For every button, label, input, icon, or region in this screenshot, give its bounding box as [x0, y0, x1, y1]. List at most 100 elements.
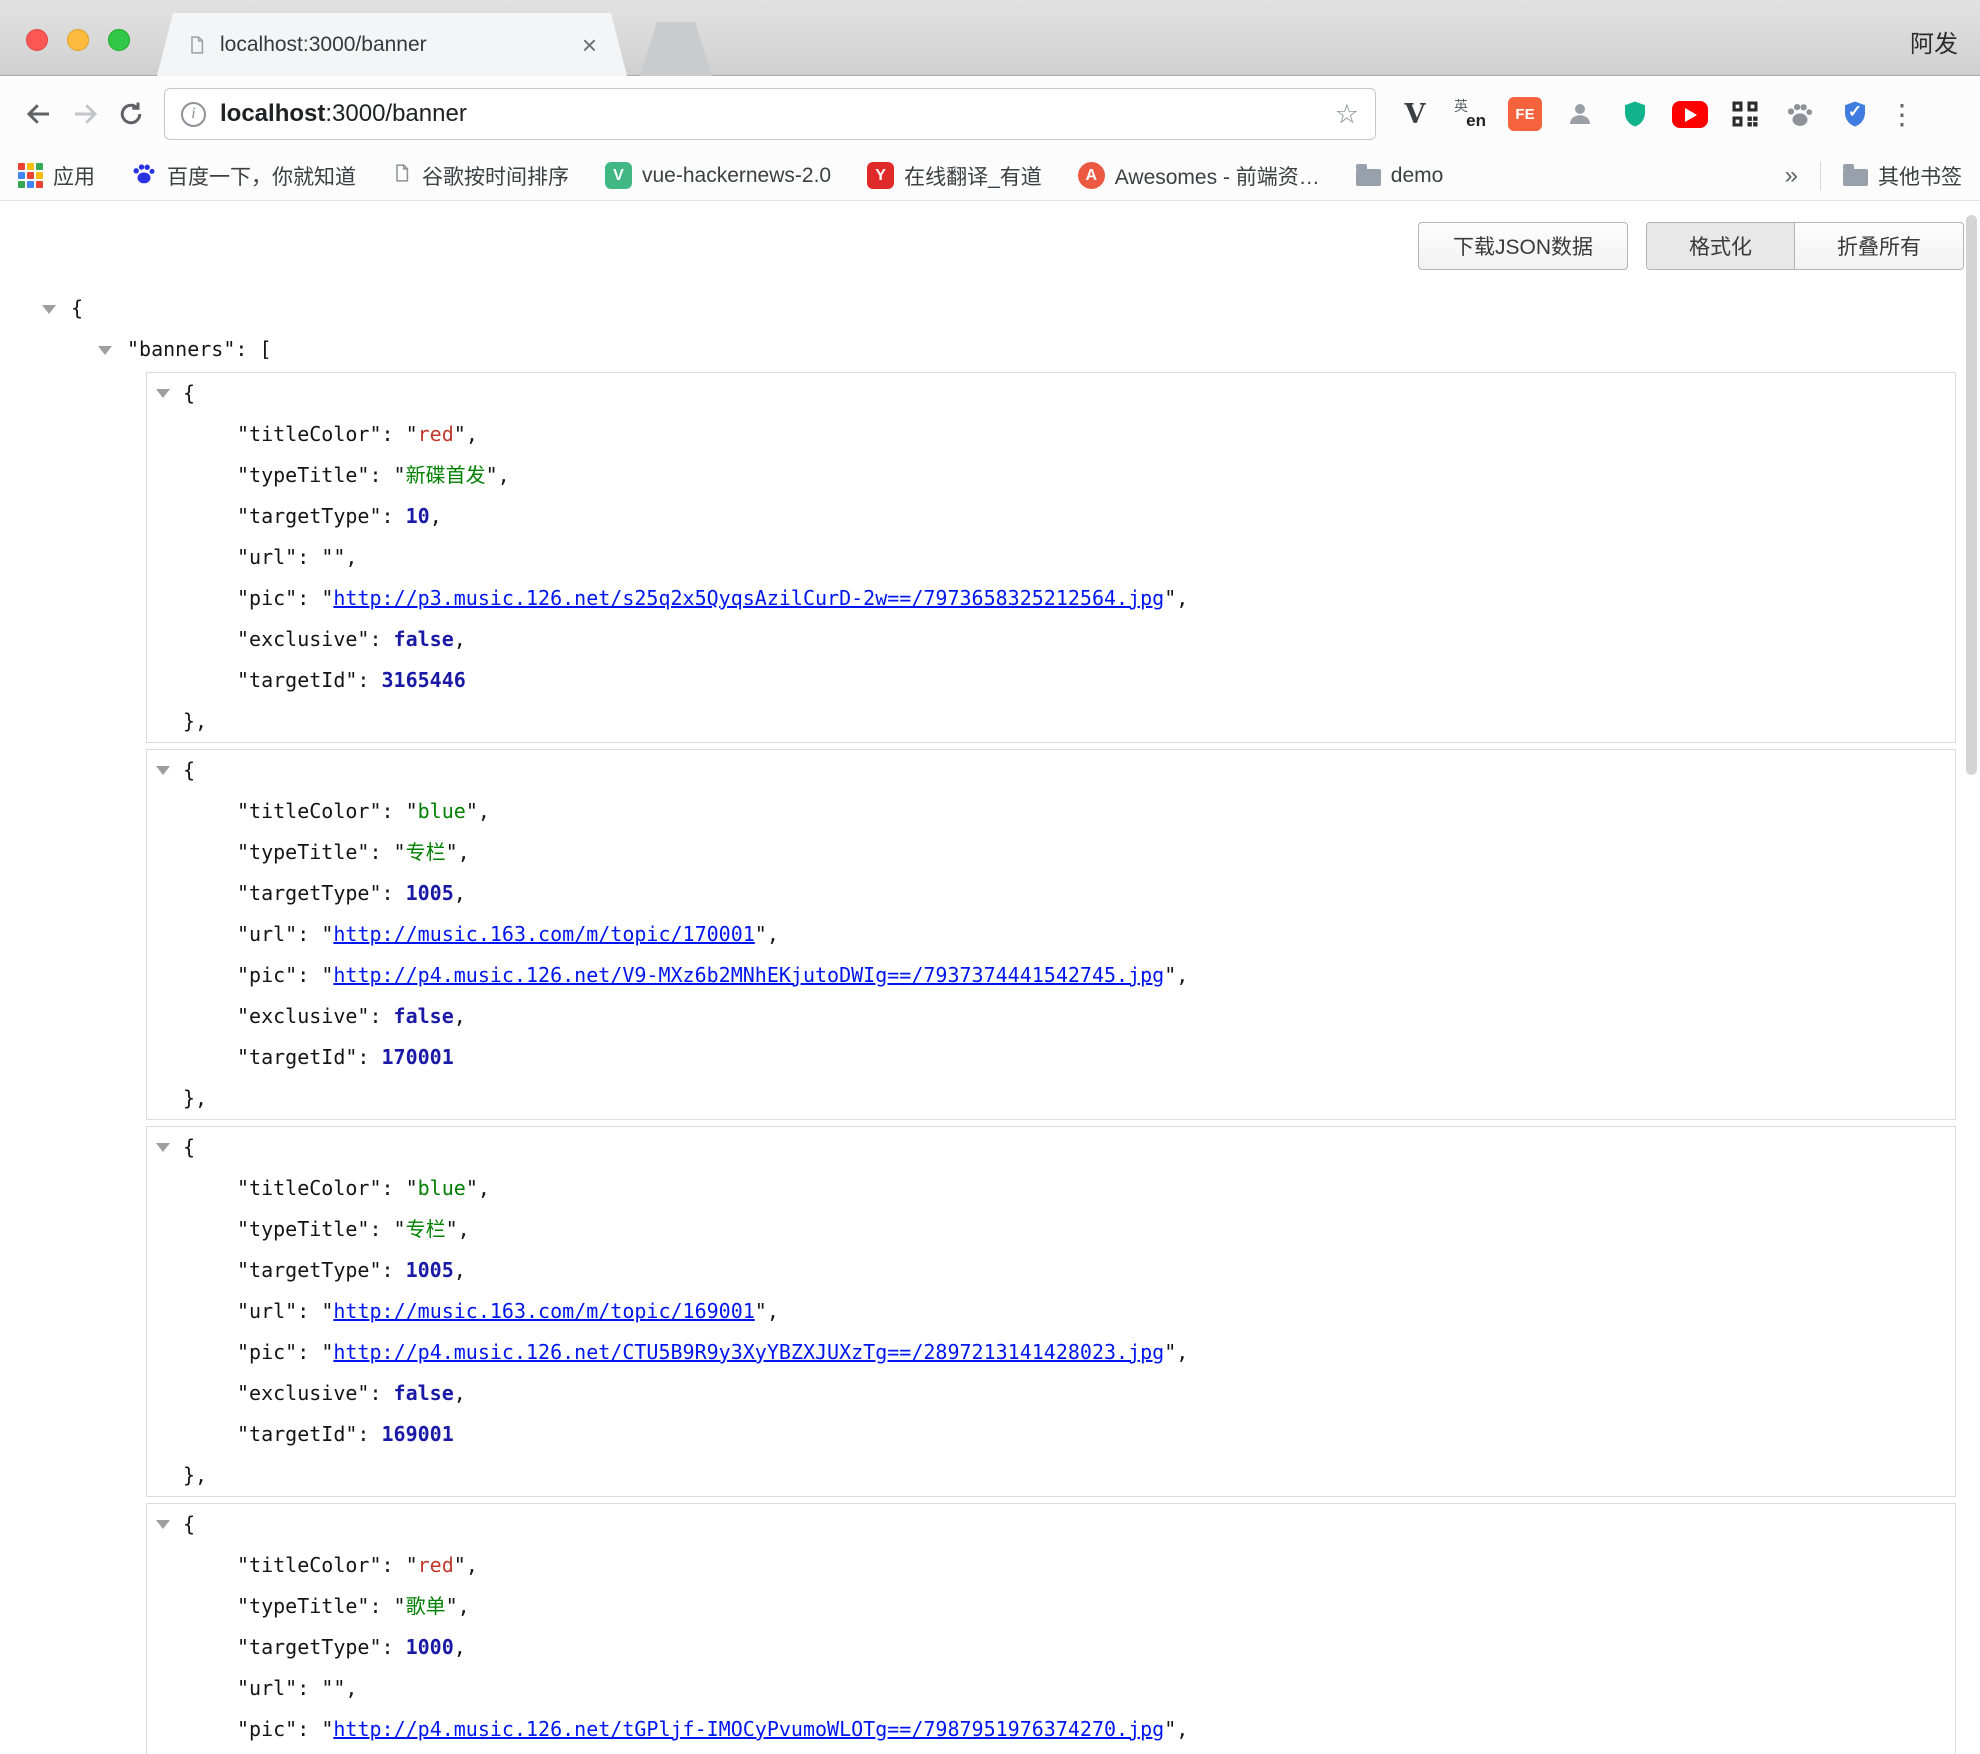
bookmark-other-bookmarks[interactable]: 其他书签: [1843, 161, 1962, 191]
close-window-button[interactable]: [26, 29, 48, 51]
json-punctuation: ": [466, 799, 478, 823]
json-punctuation: :: [369, 1594, 393, 1618]
bookmark-folder-demo[interactable]: demo: [1356, 164, 1444, 188]
json-punctuation: ": [1164, 963, 1176, 987]
json-url-link[interactable]: http://music.163.com/m/topic/170001: [333, 922, 754, 946]
avatar-extension-icon[interactable]: [1561, 95, 1599, 133]
json-punctuation: :: [382, 504, 406, 528]
json-url-link[interactable]: http://p4.music.126.net/CTU5B9R9y3XyYBZX…: [333, 1340, 1164, 1364]
bookmark-vue-hackernews[interactable]: V vue-hackernews-2.0: [605, 162, 831, 189]
json-punctuation: ": [1164, 586, 1176, 610]
collapse-caret-icon[interactable]: [156, 389, 170, 398]
collapse-caret-icon[interactable]: [156, 1520, 170, 1529]
json-punctuation: :: [357, 1045, 381, 1069]
json-punctuation: :: [369, 463, 393, 487]
page-info-icon[interactable]: i: [181, 102, 206, 127]
json-url-link[interactable]: http://music.163.com/m/topic/169001: [333, 1299, 754, 1323]
json-punctuation: ": [755, 1299, 767, 1323]
new-tab-button[interactable]: [640, 22, 712, 76]
json-root-open-row: {: [42, 288, 1956, 329]
json-punctuation: : [: [235, 337, 271, 361]
bookmark-apps[interactable]: 应用: [18, 161, 95, 191]
json-property-row: "targetId": 169001: [147, 1414, 1955, 1455]
json-punctuation: :: [369, 840, 393, 864]
json-object-open-row: {: [147, 750, 1955, 791]
back-button[interactable]: [16, 91, 62, 137]
json-object-open-row: {: [147, 1504, 1955, 1545]
json-property-row: "pic": "http://p4.music.126.net/V9-MXz6b…: [147, 955, 1955, 996]
bookmarks-divider: [1820, 162, 1821, 190]
json-punctuation: {: [71, 296, 83, 320]
json-punctuation: ,: [454, 1258, 466, 1282]
json-key: "pic": [237, 586, 297, 610]
json-viewer-actions: 下载JSON数据 格式化 折叠所有: [1418, 222, 1964, 270]
json-punctuation: :: [382, 1635, 406, 1659]
json-punctuation: ,: [345, 1676, 357, 1700]
json-property-row: "url": "http://music.163.com/m/topic/170…: [147, 914, 1955, 955]
qrcode-extension-icon[interactable]: [1726, 95, 1764, 133]
collapse-caret-icon[interactable]: [156, 1143, 170, 1152]
json-key: "targetType": [237, 504, 382, 528]
json-punctuation: :: [297, 1676, 321, 1700]
download-json-button[interactable]: 下载JSON数据: [1418, 222, 1628, 270]
apps-grid-icon: [18, 163, 43, 188]
collapse-caret-icon[interactable]: [98, 346, 112, 355]
json-key: "titleColor": [237, 422, 382, 446]
fehelper-extension-icon[interactable]: FE: [1506, 95, 1544, 133]
json-number-value: 10: [406, 504, 430, 528]
fullscreen-window-button[interactable]: [108, 29, 130, 51]
json-property-row: "url": "",: [147, 1668, 1955, 1709]
collapse-all-button[interactable]: 折叠所有: [1795, 222, 1964, 270]
green-shield-extension-icon[interactable]: [1616, 95, 1654, 133]
bookmark-google-sort[interactable]: 谷歌按时间排序: [392, 161, 569, 191]
bookmark-label: 谷歌按时间排序: [422, 161, 569, 191]
json-punctuation: ": [321, 1340, 333, 1364]
json-punctuation: :: [297, 1340, 321, 1364]
collapse-caret-icon[interactable]: [156, 766, 170, 775]
json-key: "titleColor": [237, 1176, 382, 1200]
json-punctuation: :: [382, 881, 406, 905]
json-url-link[interactable]: http://p4.music.126.net/V9-MXz6b2MNhEKju…: [333, 963, 1164, 987]
json-punctuation: ,: [458, 1217, 470, 1241]
json-boolean-value: false: [394, 1381, 454, 1405]
active-tab[interactable]: localhost:3000/banner ×: [157, 13, 627, 76]
chrome-menu-icon[interactable]: ⋮: [1888, 98, 1916, 131]
blue-shield-extension-icon[interactable]: ✓: [1836, 95, 1874, 133]
youtube-extension-icon[interactable]: [1671, 95, 1709, 133]
paw-extension-icon[interactable]: [1781, 95, 1819, 133]
format-button[interactable]: 格式化: [1646, 222, 1795, 270]
bookmark-baidu[interactable]: 百度一下，你就知道: [131, 160, 356, 192]
json-punctuation: ,: [466, 1553, 478, 1577]
bookmark-star-icon[interactable]: ☆: [1335, 99, 1359, 130]
json-punctuation: :: [297, 1299, 321, 1323]
collapse-caret-icon[interactable]: [42, 305, 56, 314]
translate-extension-icon[interactable]: 英 en: [1451, 95, 1489, 133]
json-url-link[interactable]: http://p3.music.126.net/s25q2x5QyqsAzilC…: [333, 586, 1164, 610]
vertical-scrollbar[interactable]: [1966, 215, 1977, 775]
json-punctuation: :: [369, 627, 393, 651]
json-punctuation: ": [1164, 1340, 1176, 1364]
json-punctuation: {: [183, 1512, 195, 1536]
youdao-icon: Y: [867, 162, 894, 189]
json-property-row: "targetId": 3165446: [147, 660, 1955, 701]
forward-button: [62, 91, 108, 137]
bookmarks-right-group: » 其他书签: [1785, 161, 1962, 191]
address-bar[interactable]: i localhost:3000/banner ☆: [164, 88, 1376, 140]
json-banners-key-row: "banners": [: [98, 329, 1956, 370]
vimium-extension-icon[interactable]: V: [1396, 95, 1434, 133]
extensions-row: V 英 en FE ✓: [1396, 95, 1874, 133]
json-url-link[interactable]: http://p4.music.126.net/tGPljf-IMOCyPvum…: [333, 1717, 1164, 1741]
bookmark-youdao-translate[interactable]: Y 在线翻译_有道: [867, 161, 1042, 191]
json-punctuation: ": [321, 963, 333, 987]
minimize-window-button[interactable]: [67, 29, 89, 51]
json-punctuation: ,: [466, 422, 478, 446]
bookmarks-overflow-chevron-icon[interactable]: »: [1785, 162, 1798, 190]
json-number-value: 1000: [406, 1635, 454, 1659]
profile-name[interactable]: 阿发: [1910, 24, 1958, 59]
json-punctuation: :: [382, 422, 406, 446]
bookmark-awesomes[interactable]: A Awesomes - 前端资…: [1078, 161, 1320, 191]
tab-close-icon[interactable]: ×: [582, 32, 597, 58]
reload-button[interactable]: [108, 91, 154, 137]
json-punctuation: ": [321, 586, 333, 610]
json-property-row: "targetId": 170001: [147, 1037, 1955, 1078]
